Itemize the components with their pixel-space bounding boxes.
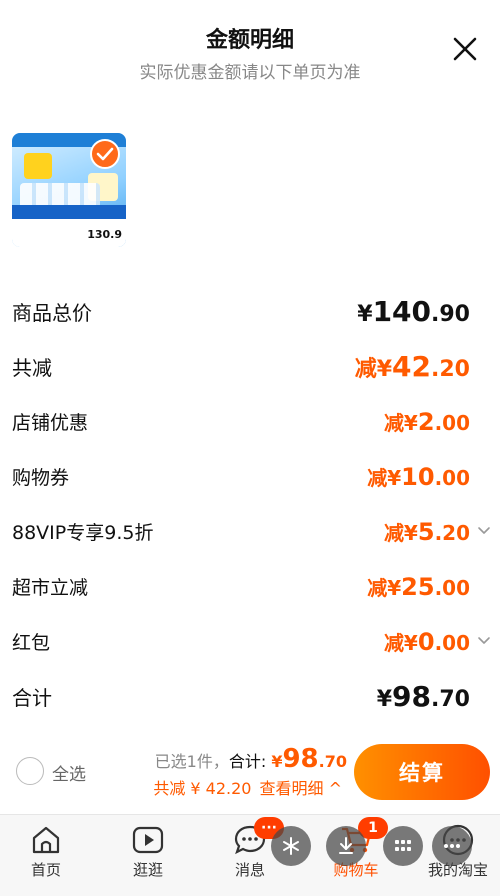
tab-home[interactable]: 首页 <box>6 823 86 880</box>
row-total-price: 商品总价 ¥140.90 <box>12 294 470 328</box>
sparkle-icon <box>283 837 299 855</box>
subtotal-value: ¥98.70 <box>376 679 470 713</box>
product-thumbnail[interactable]: 130.9 <box>12 133 126 247</box>
row-market-discount: 超市立减 减¥25.00 <box>12 569 470 603</box>
shop-discount-label: 店铺优惠 <box>12 411 89 434</box>
market-discount-value: 减¥25.00 <box>367 572 470 601</box>
total-price-value: ¥140.90 <box>357 294 470 328</box>
tab-browse-label: 逛逛 <box>132 861 163 879</box>
thumbnail-strip <box>12 205 126 219</box>
red-packet-value: 减¥0.00 <box>383 627 470 656</box>
download-icon <box>339 837 353 854</box>
thumbnail-price: 130.9 <box>87 228 122 241</box>
home-icon <box>32 826 60 854</box>
popup-title: 金额明细 <box>205 28 294 53</box>
coupon-value: 减¥10.00 <box>367 462 470 491</box>
popup-header: 金额明细 实际优惠金额请以下单页为准 <box>0 0 500 100</box>
checkout-button[interactable]: 结算 <box>354 744 490 800</box>
select-all-radio[interactable] <box>16 757 44 785</box>
selected-summary: 已选1件，合计: ¥98.70 <box>154 744 347 774</box>
coupon-label: 购物券 <box>12 466 70 489</box>
vip-discount-value: 减¥5.20 <box>383 517 470 546</box>
shop-discount-value: 减¥2.00 <box>383 407 470 436</box>
floating-grid-button[interactable] <box>383 826 423 866</box>
floating-more-button[interactable] <box>432 826 472 866</box>
view-detail-link[interactable]: 查看明细 ^ <box>260 779 343 798</box>
row-red-packet[interactable]: 红包 减¥0.00 <box>12 624 490 658</box>
market-discount-label: 超市立减 <box>12 576 89 599</box>
vip-discount-label: 88VIP专享9.5折 <box>12 521 154 544</box>
chevron-down-icon[interactable] <box>476 633 492 649</box>
close-icon[interactable] <box>450 34 480 64</box>
tab-home-label: 首页 <box>30 861 61 879</box>
grid-icon <box>395 840 411 851</box>
footer-total: ¥98.70 <box>271 744 347 774</box>
row-shop-discount: 店铺优惠 减¥2.00 <box>12 404 470 438</box>
total-discount-label: 共减 <box>12 355 52 380</box>
footer-discount: 共减 ¥ 42.20 <box>153 779 252 798</box>
popup-subtitle: 实际优惠金额请以下单页为准 <box>139 63 361 83</box>
row-coupon: 购物券 减¥10.00 <box>12 459 470 493</box>
total-discount-value: 减¥42.20 <box>354 349 470 383</box>
tab-messages-label: 消息 <box>234 861 265 879</box>
row-total-discount: 共减 减¥42.20 <box>12 349 470 383</box>
thumbnail-badge <box>24 153 52 179</box>
chevron-down-icon[interactable] <box>476 523 492 539</box>
floating-download-button[interactable] <box>326 826 366 866</box>
select-all-label[interactable]: 全选 <box>52 760 86 785</box>
total-price-label: 商品总价 <box>12 300 92 325</box>
bottom-tab-bar: 首页 逛逛 ··· 消息 1 购物车 我的淘宝 <box>0 814 500 896</box>
more-icon <box>444 844 460 848</box>
row-subtotal: 合计 ¥98.70 <box>12 679 470 713</box>
subtotal-label: 合计 <box>12 685 52 710</box>
floating-assist-button[interactable] <box>271 826 311 866</box>
red-packet-label: 红包 <box>12 631 51 654</box>
row-vip-discount[interactable]: 88VIP专享9.5折 减¥5.20 <box>12 514 490 548</box>
selected-check-icon[interactable] <box>90 139 120 169</box>
play-icon <box>132 826 164 854</box>
discount-summary: 共减 ¥ 42.20 查看明细 ^ <box>153 775 342 799</box>
checkout-bar: 全选 已选1件，合计: ¥98.70 共减 ¥ 42.20 查看明细 ^ 结算 <box>0 736 500 814</box>
tab-browse[interactable]: 逛逛 <box>108 823 188 880</box>
